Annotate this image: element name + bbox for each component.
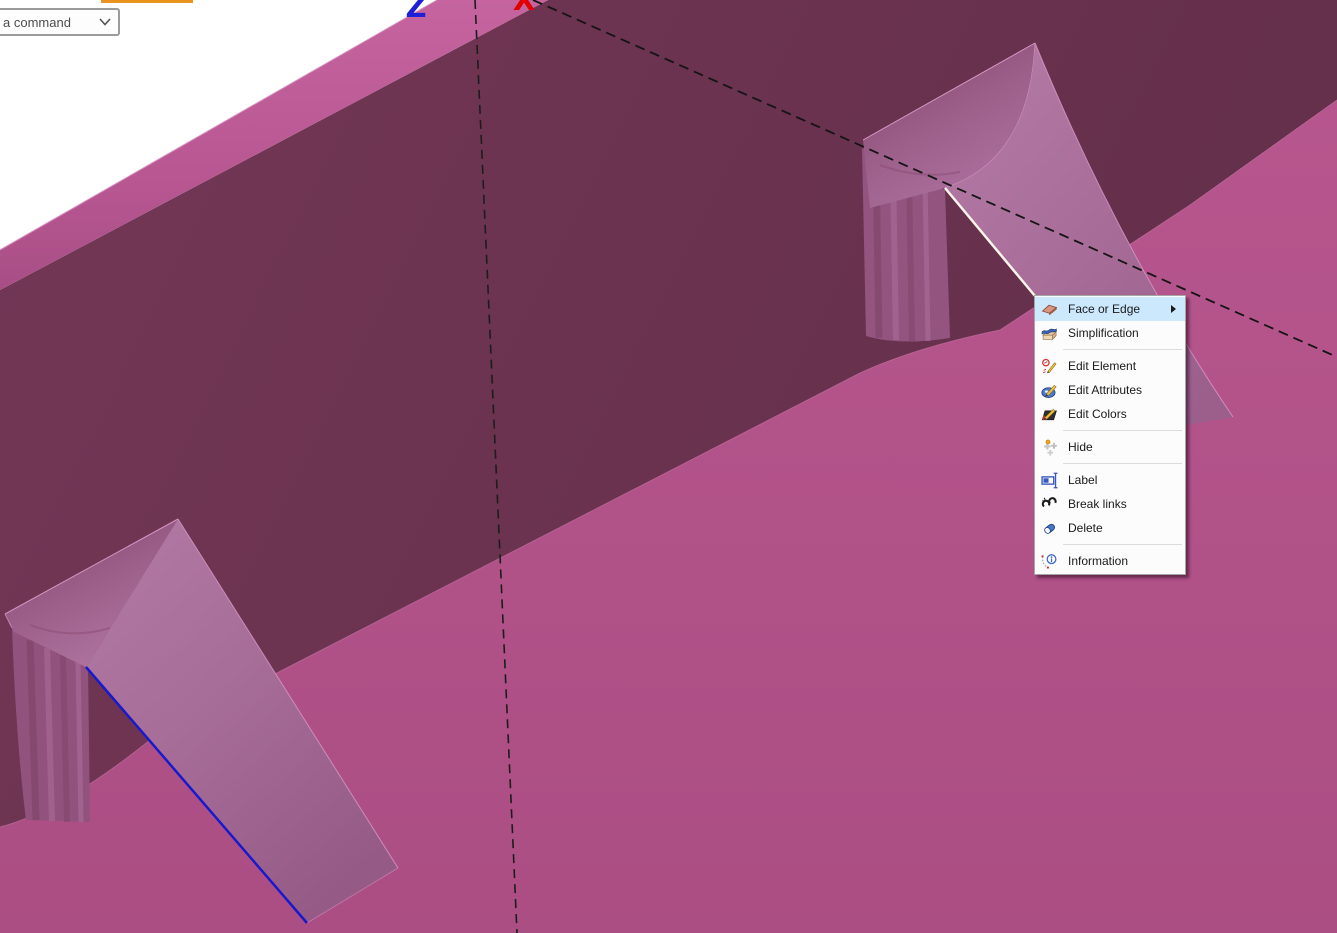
edit-attributes-icon [1041, 382, 1058, 399]
submenu-arrow-icon [1171, 305, 1176, 313]
toolbar-accent-bar [101, 0, 193, 3]
command-input[interactable]: a command [0, 15, 99, 30]
menu-item-label: Information [1068, 554, 1128, 568]
flute-light [78, 661, 81, 822]
label-icon [1041, 472, 1058, 489]
menu-item-hide[interactable]: Hide [1035, 435, 1185, 459]
menu-item-label: Face or Edge [1068, 302, 1140, 316]
menu-item-delete[interactable]: Delete [1035, 516, 1185, 540]
flute-shade [63, 655, 67, 822]
delete-icon [1041, 520, 1058, 537]
menu-item-information[interactable]: Information [1035, 549, 1185, 573]
application-window: Z X a command Face or Edge [0, 0, 1337, 933]
command-combobox[interactable]: a command [0, 8, 120, 36]
menu-item-label: Label [1068, 473, 1097, 487]
chevron-down-icon[interactable] [99, 18, 111, 26]
menu-separator [1063, 544, 1182, 545]
menu-item-simplification[interactable]: Simplification [1035, 321, 1185, 345]
menu-item-edit-element[interactable]: Edit Element [1035, 354, 1185, 378]
axis-label-z: Z [405, 0, 426, 24]
hide-icon [1041, 439, 1058, 456]
menu-item-label: Edit Attributes [1068, 383, 1142, 397]
flute-light [925, 182, 928, 341]
menu-separator [1063, 349, 1182, 350]
menu-item-label-tool[interactable]: Label [1035, 468, 1185, 492]
edit-colors-icon [1041, 406, 1058, 423]
menu-item-break-links[interactable]: Break links [1035, 492, 1185, 516]
context-menu: Face or Edge Simplification [1034, 295, 1186, 575]
menu-item-label: Simplification [1068, 326, 1139, 340]
menu-item-edit-colors[interactable]: Edit Colors [1035, 402, 1185, 426]
axis-label-x: X [513, 0, 535, 17]
menu-separator [1063, 463, 1182, 464]
menu-item-label: Break links [1068, 497, 1127, 511]
menu-separator [1063, 430, 1182, 431]
break-links-icon [1041, 496, 1058, 513]
flute-shade [909, 176, 912, 341]
edit-element-icon [1041, 358, 1058, 375]
information-icon [1041, 553, 1058, 570]
menu-item-edit-attributes[interactable]: Edit Attributes [1035, 378, 1185, 402]
simplification-icon [1041, 325, 1058, 342]
menu-item-label: Edit Colors [1068, 407, 1127, 421]
face-or-edge-icon [1041, 301, 1058, 318]
menu-item-label: Edit Element [1068, 359, 1136, 373]
menu-item-label: Hide [1068, 440, 1093, 454]
menu-item-label: Delete [1068, 521, 1103, 535]
menu-item-face-or-edge[interactable]: Face or Edge [1035, 297, 1185, 321]
